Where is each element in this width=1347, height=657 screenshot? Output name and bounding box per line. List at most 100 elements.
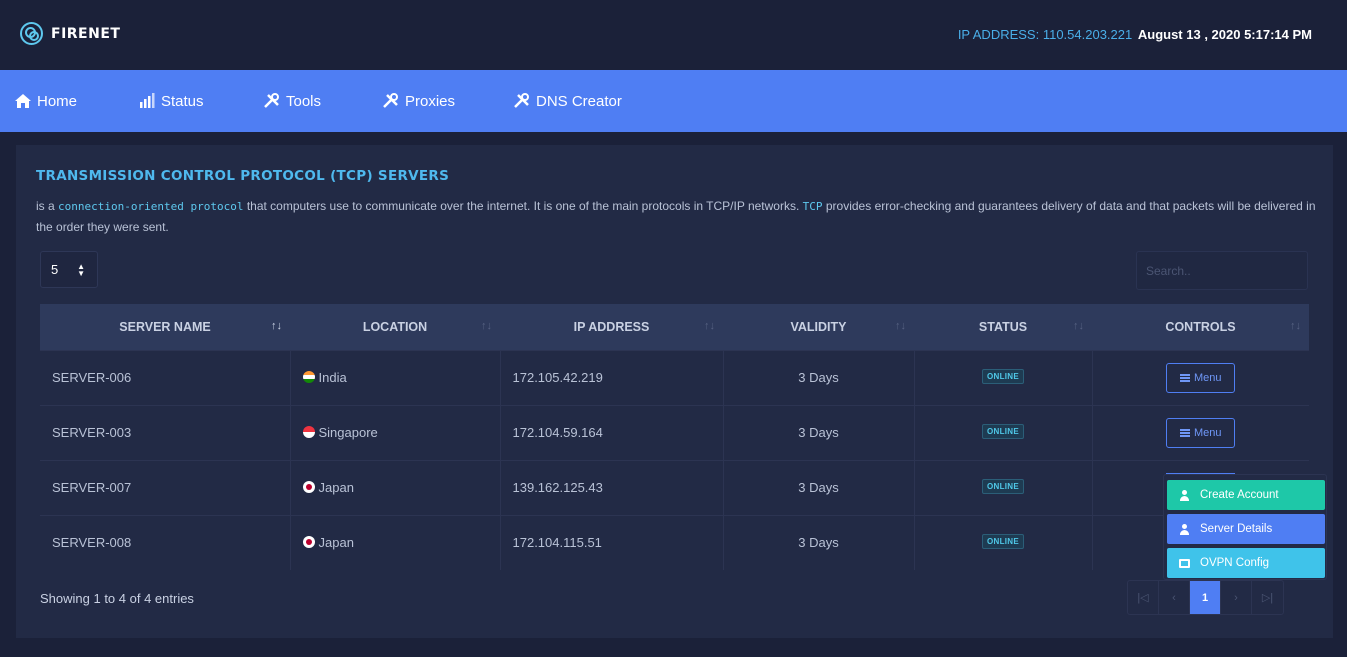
nav-item-proxies[interactable]: Proxies (382, 92, 455, 110)
ovpn-config-menu-item[interactable]: OVPN Config (1167, 548, 1325, 578)
list-icon (1179, 428, 1190, 437)
status-cell: ONLINE (914, 459, 1093, 515)
tools-icon (264, 93, 279, 108)
nav-label: DNS Creator (536, 92, 622, 110)
table-row: SERVER-006 India 172.105.42.219 3 Days O… (40, 349, 1309, 405)
server-name: SERVER-003 (40, 404, 291, 460)
search-input[interactable] (1136, 251, 1308, 290)
india-flag-icon (302, 371, 315, 383)
location-text: India (318, 370, 347, 385)
column-header-location[interactable]: LOCATION ↑↓ (290, 304, 500, 350)
page-button-current[interactable]: 1 (1190, 581, 1221, 614)
column-label: CONTROLS (1165, 319, 1236, 334)
location-cell: Japan (290, 514, 501, 570)
home-icon (15, 94, 31, 108)
validity: 3 Days (723, 514, 915, 570)
menu-item-label: Create Account (1200, 489, 1279, 501)
create-account-menu-item[interactable]: Create Account (1167, 480, 1325, 510)
servers-panel: TRANSMISSION CONTROL PROTOCOL (TCP) SERV… (16, 145, 1333, 638)
servers-table: SERVER NAME ↑↓ LOCATION ↑↓ IP ADDRESS ↑↓ VA… (40, 304, 1309, 570)
column-header-ip-address[interactable]: IP ADDRESS ↑↓ (500, 304, 723, 350)
ip-address: 172.105.42.219 (500, 349, 724, 405)
brand-name: FIRENET (51, 25, 121, 42)
menu-button[interactable]: Menu (1166, 362, 1236, 393)
nav-label: Proxies (405, 92, 456, 110)
status-badge: ONLINE (981, 368, 1025, 384)
status-badge: ONLINE (981, 478, 1025, 494)
column-label: STATUS (978, 319, 1028, 334)
menu-button[interactable]: Menu (1166, 417, 1236, 448)
user-cog-icon (1179, 523, 1190, 535)
nav-item-tools[interactable]: Tools (263, 92, 321, 110)
column-header-server-name[interactable]: SERVER NAME ↑↓ (40, 304, 290, 350)
sort-icon[interactable]: ↑↓ (704, 320, 715, 332)
location-cell: Japan (290, 459, 501, 515)
panel-description: is a connection-oriented protocol that c… (36, 196, 1316, 237)
ip-address: 139.162.125.43 (500, 459, 724, 515)
firenet-logo-icon (20, 22, 43, 45)
column-header-validity[interactable]: VALIDITY ↑↓ (723, 304, 914, 350)
column-label: IP ADDRESS (573, 319, 650, 334)
top-header: FIRENET IP ADDRESS: 110.54.203.221 Augus… (0, 0, 1347, 70)
validity: 3 Days (723, 404, 915, 460)
status-cell: ONLINE (914, 349, 1093, 405)
next-page-button[interactable]: › (1221, 581, 1252, 614)
user-icon (1179, 489, 1190, 501)
japan-flag-icon (302, 536, 315, 549)
status-cell: ONLINE (914, 404, 1093, 460)
page-size-select[interactable]: 5 ▲ ▼ (40, 251, 98, 288)
nav-item-status[interactable]: Status (138, 92, 204, 110)
ip-datetime-info: IP ADDRESS: 110.54.203.221 August 13 , 2… (958, 27, 1312, 42)
validity: 3 Days (723, 349, 915, 405)
validity: 3 Days (723, 459, 915, 515)
controls-cell: Menu (1092, 404, 1309, 460)
server-name: SERVER-007 (40, 459, 291, 515)
pagination: |◁ ‹ 1 › ▷| (1127, 580, 1284, 615)
location-text: Japan (318, 535, 354, 551)
desc-code: connection-oriented protocol (58, 200, 244, 213)
location-text: Japan (318, 480, 354, 495)
table-row: SERVER-007 Japan 139.162.125.43 3 Days O… (40, 459, 1309, 515)
menu-item-label: Server Details (1200, 523, 1273, 535)
status-badge: ONLINE (981, 533, 1025, 549)
ip-address-text: IP ADDRESS: 110.54.203.221 (957, 27, 1133, 42)
sort-icon[interactable]: ↑↓ (481, 320, 492, 332)
sort-icon[interactable]: ↑↓ (1290, 320, 1301, 332)
sort-icon[interactable]: ↑↓ (895, 320, 906, 332)
nav-item-dns-creator[interactable]: DNS Creator (513, 92, 622, 110)
brand-logo[interactable]: FIRENET (20, 22, 120, 45)
prev-page-button[interactable]: ‹ (1159, 581, 1190, 614)
desc-code: TCP (802, 200, 823, 213)
select-arrows-icon: ▲ ▼ (77, 262, 85, 278)
location-cell: Singapore (290, 404, 501, 460)
status-badge: ONLINE (981, 423, 1025, 439)
table-header-row: SERVER NAME ↑↓ LOCATION ↑↓ IP ADDRESS ↑↓ VA… (40, 304, 1309, 350)
controls-cell: Menu (1092, 349, 1309, 405)
main-nav: Home Status Tools Proxies DNS Creator (0, 70, 1347, 132)
table-row: SERVER-003 Singapore 172.104.59.164 3 Da… (40, 404, 1309, 460)
list-icon (1179, 373, 1190, 382)
location-cell: India (290, 349, 501, 405)
column-label: SERVER NAME (119, 319, 211, 334)
file-icon (1179, 558, 1190, 568)
server-details-menu-item[interactable]: Server Details (1167, 514, 1325, 544)
menu-label: Menu (1193, 426, 1222, 439)
desc-text: is a (36, 199, 55, 213)
nav-item-home[interactable]: Home (14, 92, 77, 110)
sort-icon[interactable]: ↑↓ (271, 320, 282, 332)
nav-label: Tools (286, 92, 322, 110)
column-label: VALIDITY (790, 319, 847, 334)
last-page-button[interactable]: ▷| (1252, 581, 1283, 614)
japan-flag-icon (302, 481, 315, 493)
column-header-status[interactable]: STATUS ↑↓ (914, 304, 1092, 350)
tools-icon (383, 93, 398, 108)
nav-label: Home (37, 92, 78, 110)
controls-dropdown-menu: Create Account Server Details OVPN Confi… (1163, 474, 1327, 580)
server-name: SERVER-008 (40, 514, 291, 570)
first-page-button[interactable]: |◁ (1128, 581, 1159, 614)
column-header-controls[interactable]: CONTROLS ↑↓ (1092, 304, 1309, 350)
page-size-value: 5 (51, 262, 59, 277)
location-text: Singapore (318, 425, 378, 440)
desc-text: that computers use to communicate over t… (246, 199, 800, 213)
sort-icon[interactable]: ↑↓ (1073, 320, 1084, 332)
